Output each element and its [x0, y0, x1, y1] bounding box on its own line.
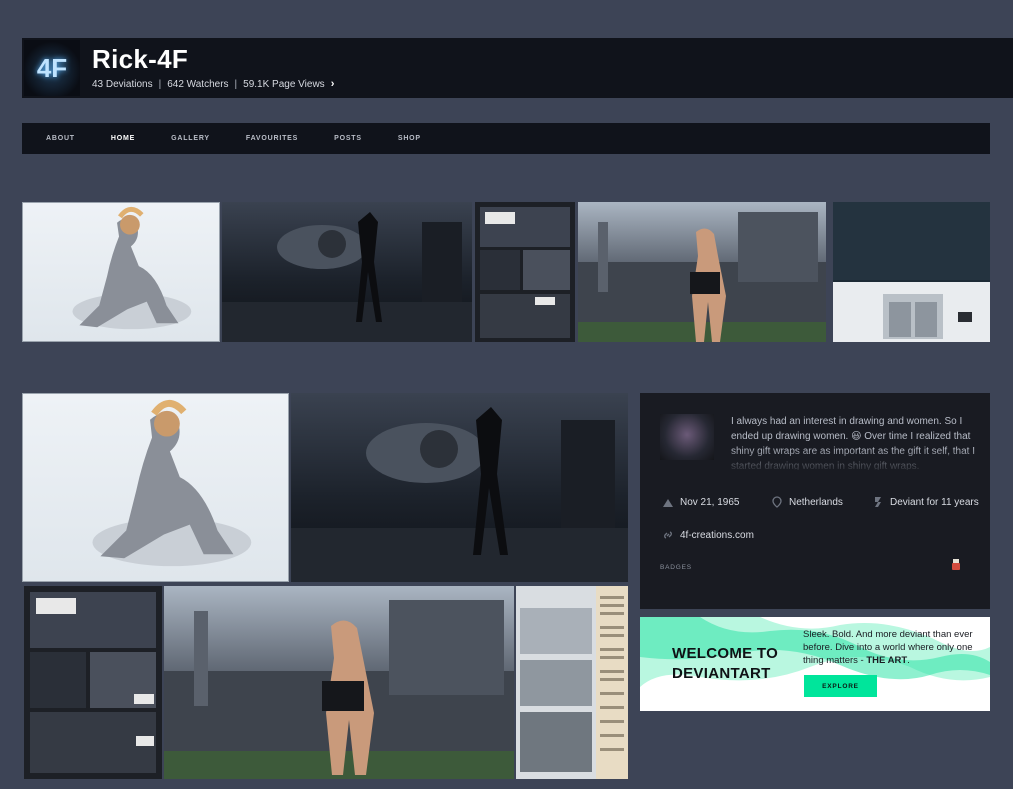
- tab-posts[interactable]: POSTS: [334, 135, 362, 142]
- deviantart-logo-icon: [875, 497, 881, 507]
- featured-spaceship-hangar[interactable]: [291, 393, 628, 582]
- location-text: Netherlands: [789, 496, 843, 508]
- welcome-banner: WELCOME TO DEVIANTART Sleek. Bold. And m…: [640, 617, 990, 711]
- profile-header: 4F Rick-4F 43 Deviations | 642 Watchers …: [22, 38, 1013, 98]
- thumbnail-comic-page[interactable]: [475, 202, 575, 342]
- deviant-since-text: Deviant for 11 years: [890, 496, 979, 508]
- birthday-row: Nov 21, 1965: [662, 496, 740, 508]
- welcome-title-line2: DEVIANTART: [672, 665, 771, 682]
- featured-comic-page[interactable]: [24, 586, 162, 779]
- featured-terminal-rooms[interactable]: [516, 586, 628, 779]
- welcome-text-end: .: [907, 655, 910, 666]
- website-row[interactable]: 4f-creations.com: [662, 529, 754, 541]
- featured-chrome-figure-kneeling[interactable]: [22, 393, 289, 582]
- deviant-since-row: Deviant for 11 years: [872, 496, 979, 508]
- welcome-text: Sleek. Bold. And more deviant than ever …: [803, 628, 983, 667]
- badges-label: BADGES: [660, 564, 692, 571]
- welcome-text-emphasis: THE ART: [866, 655, 908, 666]
- profile-stats[interactable]: 43 Deviations | 642 Watchers | 59.1K Pag…: [92, 78, 334, 90]
- tab-shop[interactable]: SHOP: [398, 135, 421, 142]
- tab-home[interactable]: HOME: [111, 135, 135, 142]
- deviations-count: 43 Deviations: [92, 78, 153, 90]
- welcome-title-line1: WELCOME TO: [672, 645, 779, 662]
- tab-about[interactable]: ABOUT: [46, 135, 75, 142]
- cake-icon: [663, 499, 673, 507]
- badge-icon[interactable]: [951, 559, 961, 570]
- featured-woman-at-base[interactable]: [164, 586, 514, 779]
- tab-gallery[interactable]: GALLERY: [171, 135, 210, 142]
- thumbnail-woman-at-base[interactable]: [578, 202, 826, 342]
- explore-button[interactable]: EXPLORE: [804, 675, 877, 697]
- tab-favourites[interactable]: FAVOURITES: [246, 135, 298, 142]
- thumbnail-spaceship-hangar[interactable]: [222, 202, 472, 342]
- avatar-logo-text: 4F: [36, 52, 68, 83]
- stats-separator: |: [158, 78, 162, 90]
- link-icon: [664, 531, 672, 539]
- about-bio: I always had an interest in drawing and …: [731, 416, 975, 470]
- page-views-count: 59.1K Page Views: [243, 78, 325, 90]
- profile-avatar[interactable]: 4F: [24, 40, 80, 96]
- profile-nav: ABOUT HOME GALLERY FAVOURITES POSTS SHOP: [22, 123, 990, 154]
- profile-username[interactable]: Rick-4F: [92, 44, 188, 75]
- location-row: Netherlands: [771, 496, 843, 508]
- thumbnail-terminal-door[interactable]: [833, 202, 990, 342]
- location-pin-icon: [772, 496, 782, 508]
- thumbnail-chrome-figure-kneeling[interactable]: [22, 202, 220, 342]
- stats-separator: |: [234, 78, 238, 90]
- about-card: I always had an interest in drawing and …: [640, 393, 990, 609]
- chevron-right-icon[interactable]: ›: [331, 78, 335, 90]
- birthday-text: Nov 21, 1965: [680, 496, 740, 508]
- welcome-title: WELCOME TO DEVIANTART: [672, 644, 778, 684]
- watchers-count: 642 Watchers: [167, 78, 229, 90]
- about-avatar[interactable]: [660, 414, 714, 460]
- website-link[interactable]: 4f-creations.com: [680, 530, 754, 541]
